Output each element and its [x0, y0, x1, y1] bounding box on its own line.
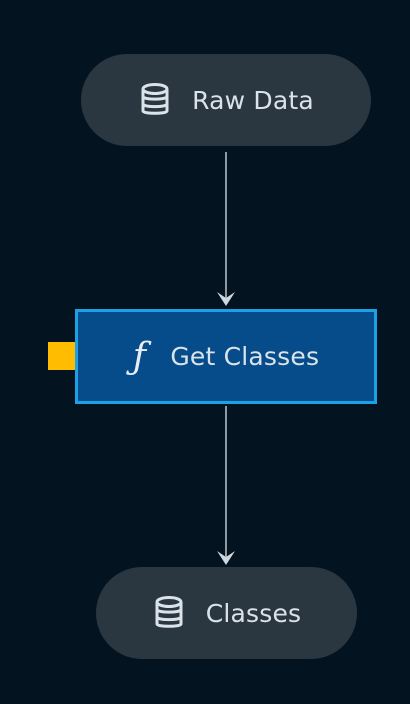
node-label: Raw Data [192, 85, 314, 115]
node-classes[interactable]: Classes [96, 567, 357, 659]
edge-raw-data-to-get-classes [217, 152, 235, 306]
database-icon [152, 596, 186, 630]
node-raw-data[interactable]: Raw Data [81, 54, 371, 146]
function-icon: ƒ [132, 335, 147, 377]
node-status-marker [48, 342, 76, 370]
database-icon [138, 83, 172, 117]
node-label: Get Classes [170, 342, 320, 371]
pipeline-canvas: Raw Data ƒ Get Classes Classes [0, 0, 410, 704]
node-label: Classes [205, 598, 302, 628]
edge-get-classes-to-classes [217, 406, 235, 565]
node-get-classes[interactable]: ƒ Get Classes [75, 309, 377, 404]
